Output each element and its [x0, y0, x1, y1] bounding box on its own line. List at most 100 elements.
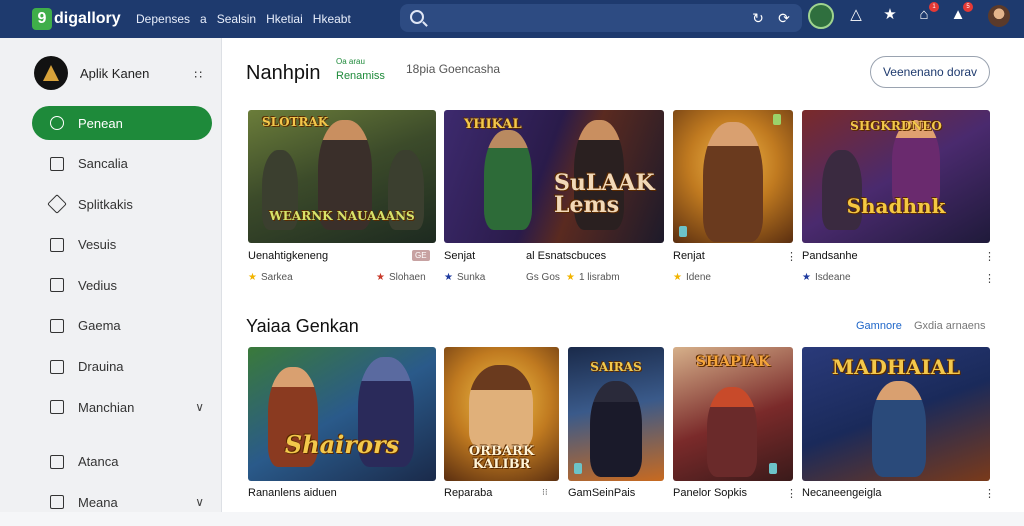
game-art-title: Shadhnk: [846, 194, 946, 218]
card-title[interactable]: Uenahtigkeneng: [248, 250, 328, 262]
topnav-item-sealsin[interactable]: Sealsin: [217, 12, 256, 26]
enemy-figure: [822, 150, 862, 230]
square-icon: [50, 495, 64, 510]
card-title[interactable]: Senjat: [444, 250, 475, 262]
game-art-title: SAIRAS: [590, 360, 642, 374]
more-icon[interactable]: ∷: [194, 68, 202, 82]
view-all-button[interactable]: Veenenano dorav: [870, 56, 990, 88]
app-logo[interactable]: 9 digallory: [32, 8, 128, 30]
sidebar-item-sancalia[interactable]: Sancalia: [32, 147, 212, 181]
gift-badge: 5: [963, 2, 973, 12]
topnav-item-hketiai[interactable]: Hketiai: [266, 12, 303, 26]
sidebar-item-atanca[interactable]: Atanca: [32, 445, 212, 479]
main-content: Nanhpin Oa arau Renamiss 18pia Goencasha…: [222, 38, 1024, 512]
card-meta: ★ Sunka: [444, 272, 486, 283]
sidebar-item-manchian[interactable]: Manchian ∨: [32, 390, 212, 424]
nav-gap: [32, 431, 212, 445]
triangle-icon[interactable]: △: [845, 4, 867, 26]
card-title[interactable]: GamSeinPais: [568, 487, 635, 499]
gift-icon[interactable]: ▲ 5: [947, 2, 973, 26]
game-art-title: WEARNK NAUAAANS: [269, 209, 415, 223]
hero-figure: [703, 122, 763, 242]
more-options-icon[interactable]: ⋮: [984, 250, 995, 263]
more-options-icon[interactable]: ⋮: [984, 272, 995, 285]
logo-text: digallory: [54, 10, 121, 27]
hero-figure: [469, 365, 533, 449]
card-meta: ★ Idene: [673, 272, 711, 283]
section1-title: Nanhpin: [246, 62, 321, 84]
more-options-icon[interactable]: ⋮: [786, 487, 797, 500]
topnav-item-a[interactable]: a: [200, 12, 207, 26]
game-thumbnail[interactable]: YHIKAL SuLAAK Lems: [444, 110, 664, 243]
game-thumbnail[interactable]: SHGKRDNEO Shadhnk: [802, 110, 990, 243]
game-thumbnail[interactable]: [673, 110, 793, 243]
document-icon: [50, 278, 64, 293]
sync-icon[interactable]: ⟳: [776, 10, 792, 26]
section2-link[interactable]: Gamnore: [856, 320, 902, 332]
game-thumbnail[interactable]: SHAPIAK: [673, 347, 793, 481]
section2-link-secondary[interactable]: Gxdia arnaens: [914, 320, 986, 332]
search-input[interactable]: [432, 8, 732, 28]
card-title[interactable]: Panelor Sopkis: [673, 487, 747, 499]
logo-mark-icon: 9: [32, 8, 52, 30]
game-thumbnail[interactable]: SAIRAS: [568, 347, 664, 481]
game-avatar-icon[interactable]: [808, 3, 834, 29]
card-title[interactable]: Necaneengeigla: [802, 487, 882, 499]
sidebar-item-vesuis[interactable]: Vesuis: [32, 228, 212, 262]
sidebar-item-drauina[interactable]: Drauina: [32, 350, 212, 384]
card-title[interactable]: Renjat: [673, 250, 705, 262]
game-art-title: Shairors: [284, 430, 400, 459]
card-title[interactable]: Rananlens aiduen: [248, 487, 337, 499]
game-thumbnail[interactable]: MADHAIAL: [802, 347, 990, 481]
sidebar-item-splitkakis[interactable]: Splitkakis: [32, 187, 212, 221]
card-meta: ★ 1 lisrabm: [566, 272, 620, 283]
profile-block[interactable]: Aplik Kanen ∷: [34, 56, 214, 90]
sidebar-item-label: Splitkakis: [78, 196, 133, 212]
card-title[interactable]: Pandsanhe: [802, 250, 858, 262]
topnav-item-hkeabt[interactable]: Hkeabt: [313, 12, 351, 26]
search-bar: ↻ ⟳: [400, 4, 802, 32]
game-art-title: SHAPIAK: [695, 354, 771, 370]
hero-figure: [872, 381, 926, 477]
game-thumbnail[interactable]: SLOTRAK WEARNK NAUAAANS: [248, 110, 436, 243]
top-nav: Depenses a Sealsin Hketiai Hkeabt: [136, 12, 361, 26]
topnav-item-depenses[interactable]: Depenses: [136, 12, 190, 26]
search-icon[interactable]: [410, 10, 424, 24]
game-art-title: SHGKRDNEO: [850, 119, 942, 133]
more-options-icon[interactable]: ⋮: [984, 487, 995, 500]
sidebar-item-vedius[interactable]: Vedius: [32, 268, 212, 302]
sidebar-item-label: Drauina: [78, 359, 124, 375]
refresh-icon[interactable]: ↻: [750, 10, 766, 26]
chevron-down-icon[interactable]: ∨: [195, 495, 204, 509]
hero-figure: [590, 381, 642, 477]
more-options-icon[interactable]: ⁝⁝: [542, 487, 548, 498]
profile-name: Aplik Kanen: [80, 65, 150, 81]
bell-icon[interactable]: ⌂ 1: [913, 2, 939, 26]
star-icon[interactable]: ★: [879, 4, 901, 26]
top-icons: △ ★ ⌂ 1 ▲ 5: [845, 2, 981, 26]
rating-badge: [773, 114, 782, 125]
card-title[interactable]: Reparaba: [444, 487, 492, 499]
star-icon: ★: [248, 272, 257, 283]
page-icon: [50, 454, 64, 469]
game-art-title: SLOTRAK: [262, 115, 329, 129]
sidebar-item-penean[interactable]: Penean: [32, 106, 212, 140]
sidebar-item-label: Meana: [78, 494, 118, 510]
platform-badge: [769, 463, 778, 474]
user-avatar[interactable]: [988, 5, 1010, 27]
leaf-icon: [50, 116, 64, 130]
chevron-down-icon[interactable]: ∨: [195, 400, 204, 414]
star-icon: ★: [673, 272, 682, 283]
sidebar-item-gaema[interactable]: Gaema: [32, 309, 212, 343]
game-art-title: SuLAAK Lems: [554, 170, 655, 218]
check-icon: [50, 318, 64, 333]
star-icon: ★: [802, 272, 811, 283]
game-thumbnail[interactable]: ORBARK KALIBR: [444, 347, 559, 481]
sidebar-item-meana[interactable]: Meana ∨: [32, 485, 212, 519]
window-icon: [50, 359, 64, 374]
star-icon: ★: [376, 272, 385, 283]
sidebar-item-label: Manchian: [78, 399, 135, 415]
card-title[interactable]: al Esnatscbuces: [526, 250, 606, 262]
more-options-icon[interactable]: ⋮: [786, 250, 797, 263]
game-thumbnail[interactable]: Shairors: [248, 347, 436, 481]
